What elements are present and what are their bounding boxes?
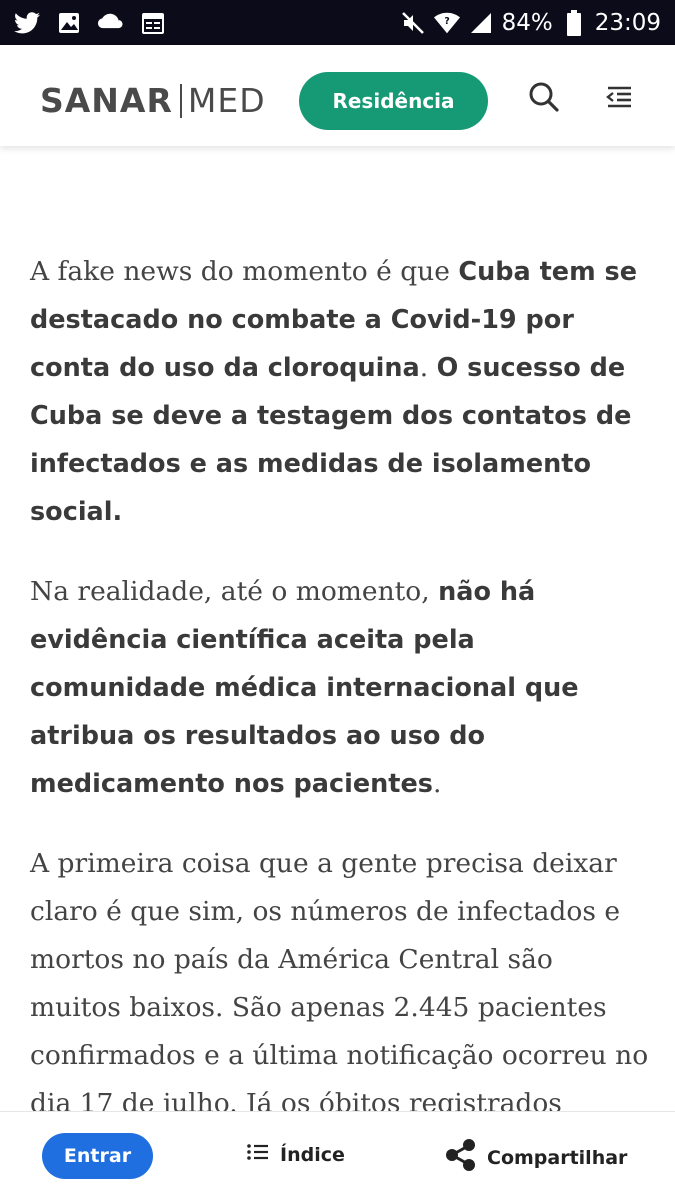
mute-icon [400, 10, 426, 36]
indice-label: Índice [280, 1143, 345, 1166]
article-text: A fake news do momento é que [30, 256, 459, 287]
compartilhar-label: Compartilhar [487, 1146, 628, 1169]
entrar-button[interactable]: Entrar [42, 1133, 153, 1179]
article-paragraph-2: Na realidade, até o momento, não há evid… [30, 568, 650, 808]
clock: 23:09 [594, 9, 661, 36]
indice-button[interactable]: Índice [246, 1142, 345, 1167]
article-paragraph-3: A primeira coisa que a gente precisa dei… [30, 840, 650, 1128]
battery-icon [561, 9, 587, 36]
cloud-icon [98, 10, 124, 36]
article-text: . [432, 768, 442, 799]
article-text: . [419, 352, 437, 383]
residencia-button[interactable]: Residência [299, 72, 488, 130]
status-bar: ? 84% 23:09 [0, 0, 675, 45]
calendar-icon [140, 10, 166, 36]
battery-percent: 84% [501, 9, 553, 36]
list-icon [246, 1142, 270, 1167]
logo-med-text: MED [187, 81, 266, 120]
sanarmed-logo[interactable]: SANAR MED [40, 81, 266, 120]
share-button[interactable]: Compartilhar [443, 1138, 627, 1177]
article-text: A primeira coisa que a gente precisa dei… [30, 848, 649, 1119]
search-icon[interactable] [526, 79, 562, 115]
status-notifications [14, 10, 166, 36]
twitter-icon [14, 10, 40, 36]
article-highlight: não há evidência científica aceita pela … [30, 577, 579, 799]
share-icon [443, 1138, 477, 1177]
article-text: Na realidade, até o momento, [30, 576, 439, 607]
logo-sanar-text: SANAR [40, 81, 173, 120]
bottom-action-bar: Entrar Índice Compartilhar [0, 1111, 675, 1200]
wifi-icon: ? [433, 10, 460, 36]
signal-icon [468, 10, 494, 36]
article-paragraph-1: A fake news do momento é que Cuba tem se… [30, 248, 650, 536]
article-body: A fake news do momento é que Cuba tem se… [30, 248, 650, 1160]
app-header: SANAR MED Residência [0, 45, 675, 146]
image-icon [56, 10, 82, 36]
status-system: ? 84% 23:09 [400, 9, 661, 36]
menu-collapse-icon[interactable] [601, 79, 637, 115]
logo-divider [179, 83, 182, 118]
svg-text:?: ? [444, 15, 449, 26]
